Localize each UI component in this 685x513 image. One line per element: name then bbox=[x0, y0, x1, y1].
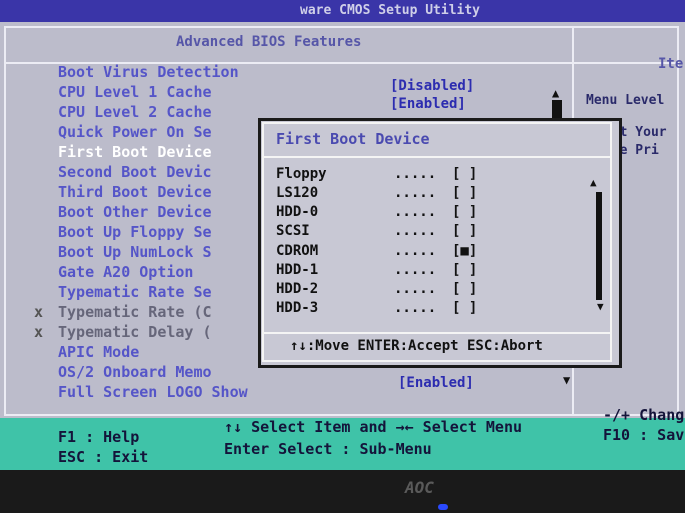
option-dots: ..... bbox=[394, 223, 437, 239]
option-dots: ..... bbox=[394, 204, 437, 220]
setting-first-boot-device[interactable]: First Boot Device bbox=[58, 142, 278, 162]
setting-apic-mode[interactable]: APIC Mode bbox=[58, 342, 278, 362]
option-checkbox[interactable]: [ ] bbox=[452, 223, 477, 239]
option-hdd-2[interactable]: HDD-2 ..... [ ] bbox=[276, 281, 477, 297]
setting-quick-power-on[interactable]: Quick Power On Se bbox=[58, 122, 278, 142]
option-label: HDD-1 bbox=[276, 262, 319, 278]
key-help-f1: F1 : Help bbox=[58, 428, 140, 446]
key-help-enter: Enter Select : Sub-Menu bbox=[224, 440, 432, 458]
option-label: CDROM bbox=[276, 243, 319, 259]
arrow-up-icon[interactable]: ▲ bbox=[552, 86, 559, 100]
option-checkbox-selected[interactable]: [■] bbox=[452, 243, 477, 259]
option-cdrom[interactable]: CDROM ..... [■] bbox=[276, 243, 477, 259]
key-help-f10: F10 : Sav bbox=[603, 426, 685, 444]
key-help-change: -/+ Chang bbox=[603, 406, 685, 424]
bios-screen: ware CMOS Setup Utility Advanced BIOS Fe… bbox=[0, 0, 685, 470]
option-checkbox[interactable]: [ ] bbox=[452, 185, 477, 201]
popup-scrollbar[interactable] bbox=[596, 192, 602, 300]
option-dots: ..... bbox=[394, 262, 437, 278]
setting-cpu-level-2-cache[interactable]: CPU Level 2 Cache bbox=[58, 102, 278, 122]
option-checkbox[interactable]: [ ] bbox=[452, 300, 477, 316]
popup-divider bbox=[262, 332, 612, 334]
option-label: HDD-0 bbox=[276, 204, 319, 220]
option-ls120[interactable]: LS120 ..... [ ] bbox=[276, 185, 477, 201]
setting-third-boot-device[interactable]: Third Boot Device bbox=[58, 182, 278, 202]
item-help-title: Ite bbox=[658, 56, 684, 72]
option-dots: ..... bbox=[394, 166, 437, 182]
option-checkbox[interactable]: [ ] bbox=[452, 281, 477, 297]
key-help-esc: ESC : Exit bbox=[58, 448, 149, 466]
page-title: Advanced BIOS Features bbox=[176, 34, 362, 50]
option-dots: ..... bbox=[394, 243, 437, 259]
value-boot-virus-detection[interactable]: [Disabled] bbox=[390, 78, 474, 94]
option-dots: ..... bbox=[394, 300, 437, 316]
popup-divider bbox=[262, 156, 612, 158]
settings-list: Boot Virus Detection CPU Level 1 Cache C… bbox=[58, 62, 278, 402]
option-hdd-0[interactable]: HDD-0 ..... [ ] bbox=[276, 204, 477, 220]
popup-inner-frame bbox=[262, 122, 612, 362]
setting-gate-a20-option[interactable]: Gate A20 Option bbox=[58, 262, 278, 282]
option-checkbox[interactable]: [ ] bbox=[452, 262, 477, 278]
power-led-icon bbox=[438, 504, 448, 510]
option-label: SCSI bbox=[276, 223, 310, 239]
setting-typematic-rate: Typematic Rate (C bbox=[58, 303, 212, 321]
value-cpu-level-1-cache[interactable]: [Enabled] bbox=[390, 96, 466, 112]
option-scsi[interactable]: SCSI ..... [ ] bbox=[276, 223, 477, 239]
disabled-mark: x bbox=[34, 303, 44, 321]
setting-typematic-rate-setting[interactable]: Typematic Rate Se bbox=[58, 282, 278, 302]
option-label: LS120 bbox=[276, 185, 319, 201]
setting-boot-up-numlock[interactable]: Boot Up NumLock S bbox=[58, 242, 278, 262]
setting-boot-virus-detection[interactable]: Boot Virus Detection bbox=[58, 62, 278, 82]
option-dots: ..... bbox=[394, 185, 437, 201]
arrow-up-icon[interactable]: ▲ bbox=[590, 176, 597, 189]
value-full-screen-logo-show[interactable]: [Enabled] bbox=[398, 375, 474, 391]
setting-typematic-delay: Typematic Delay ( bbox=[58, 323, 212, 341]
option-label: HDD-3 bbox=[276, 300, 319, 316]
option-checkbox[interactable]: [ ] bbox=[452, 204, 477, 220]
arrow-down-icon[interactable]: ▼ bbox=[597, 300, 604, 313]
setting-full-screen-logo-show[interactable]: Full Screen LOGO Show bbox=[58, 382, 278, 402]
popup-title: First Boot Device bbox=[276, 130, 430, 148]
setting-boot-up-floppy-seek[interactable]: Boot Up Floppy Se bbox=[58, 222, 278, 242]
title-strip: ware CMOS Setup Utility bbox=[0, 0, 685, 22]
setting-second-boot-device[interactable]: Second Boot Devic bbox=[58, 162, 278, 182]
option-dots: ..... bbox=[394, 281, 437, 297]
monitor-brand-logo: AOC bbox=[405, 478, 434, 497]
help-text-line-1: Menu Level bbox=[586, 93, 665, 108]
option-hdd-3[interactable]: HDD-3 ..... [ ] bbox=[276, 300, 477, 316]
option-label: Floppy bbox=[276, 166, 327, 182]
setting-boot-other-device[interactable]: Boot Other Device bbox=[58, 202, 278, 222]
option-checkbox[interactable]: [ ] bbox=[452, 166, 477, 182]
arrow-down-icon[interactable]: ▼ bbox=[563, 373, 570, 387]
popup-key-hint: ↑↓:Move ENTER:Accept ESC:Abort bbox=[290, 338, 543, 354]
setting-os2-onboard-memory[interactable]: OS/2 Onboard Memo bbox=[58, 362, 278, 382]
setting-cpu-level-1-cache[interactable]: CPU Level 1 Cache bbox=[58, 82, 278, 102]
key-help-select-item: ↑↓ Select Item and →← Select Menu bbox=[224, 418, 523, 436]
disabled-mark: x bbox=[34, 323, 44, 341]
option-hdd-1[interactable]: HDD-1 ..... [ ] bbox=[276, 262, 477, 278]
option-label: HDD-2 bbox=[276, 281, 319, 297]
option-floppy[interactable]: Floppy ..... [ ] bbox=[276, 166, 477, 182]
